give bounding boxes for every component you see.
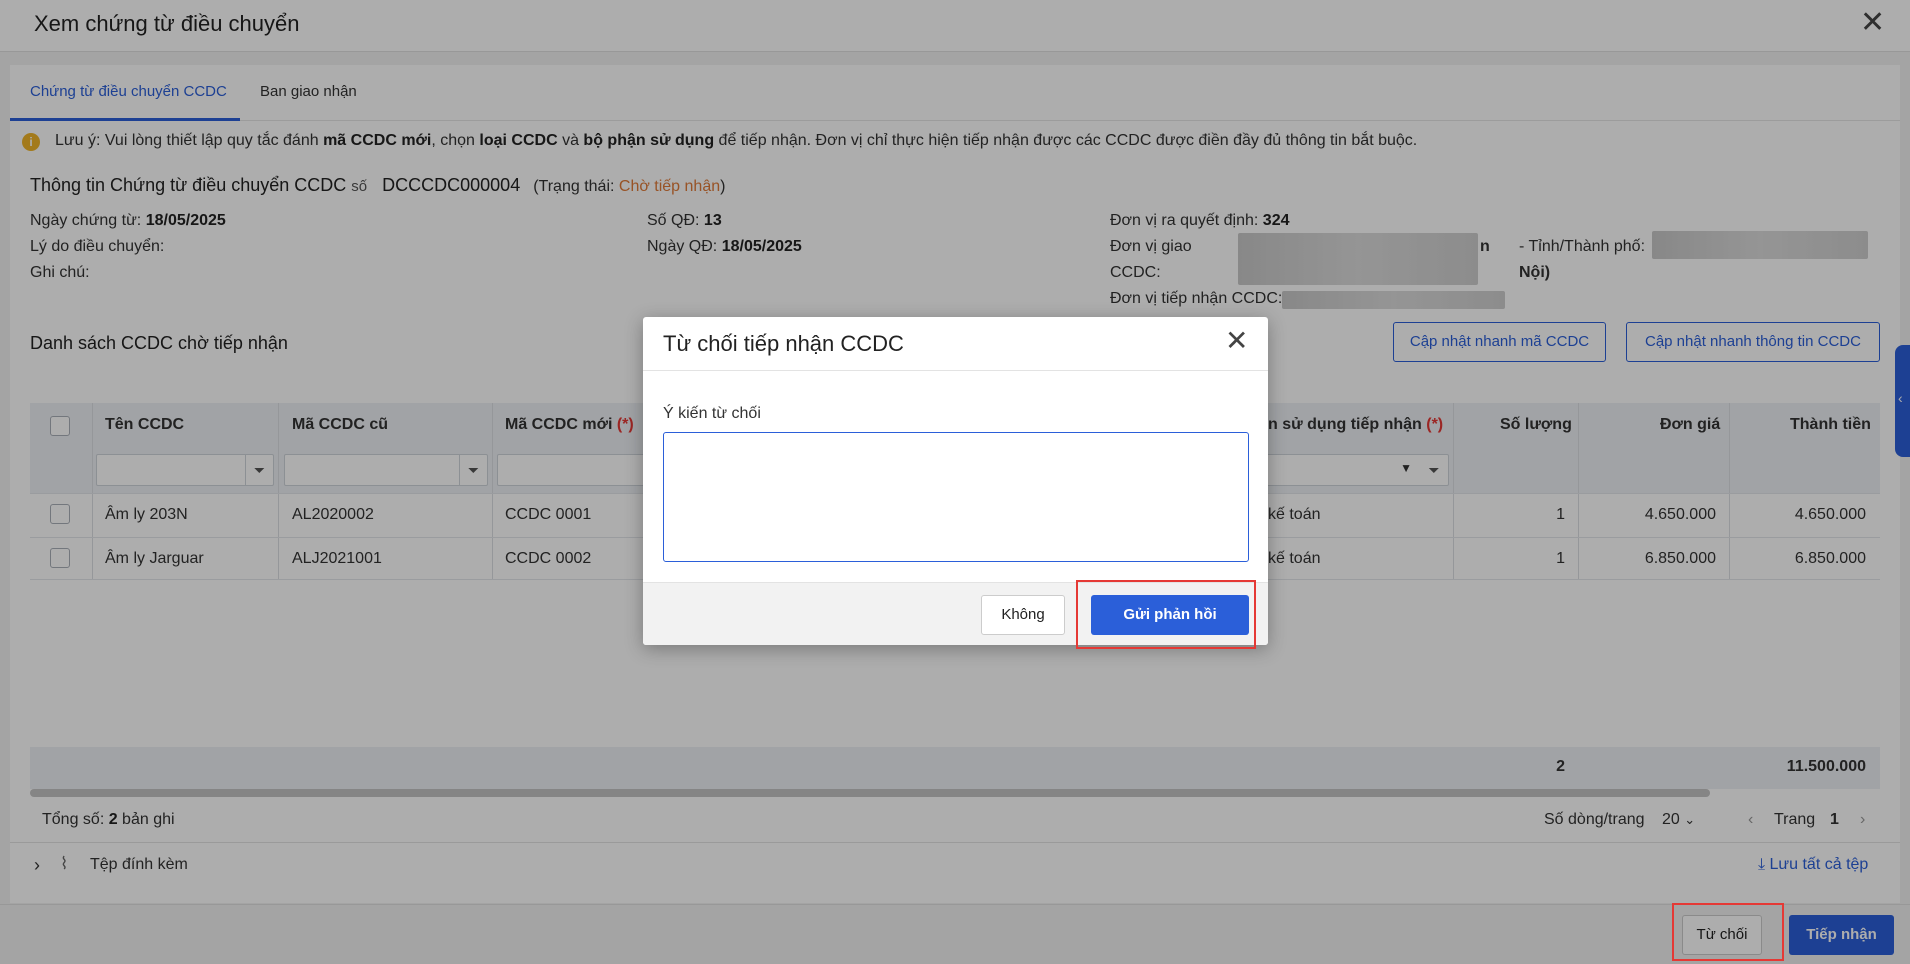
reason-textarea[interactable]	[663, 432, 1249, 562]
close-icon[interactable]: ✕	[1225, 327, 1248, 355]
highlight-reject	[1672, 903, 1784, 961]
dialog-title: Từ chối tiếp nhận CCDC	[663, 331, 904, 356]
cancel-button[interactable]: Không	[981, 595, 1065, 635]
highlight-submit	[1076, 580, 1256, 649]
reason-label: Ý kiến từ chối	[663, 405, 761, 422]
